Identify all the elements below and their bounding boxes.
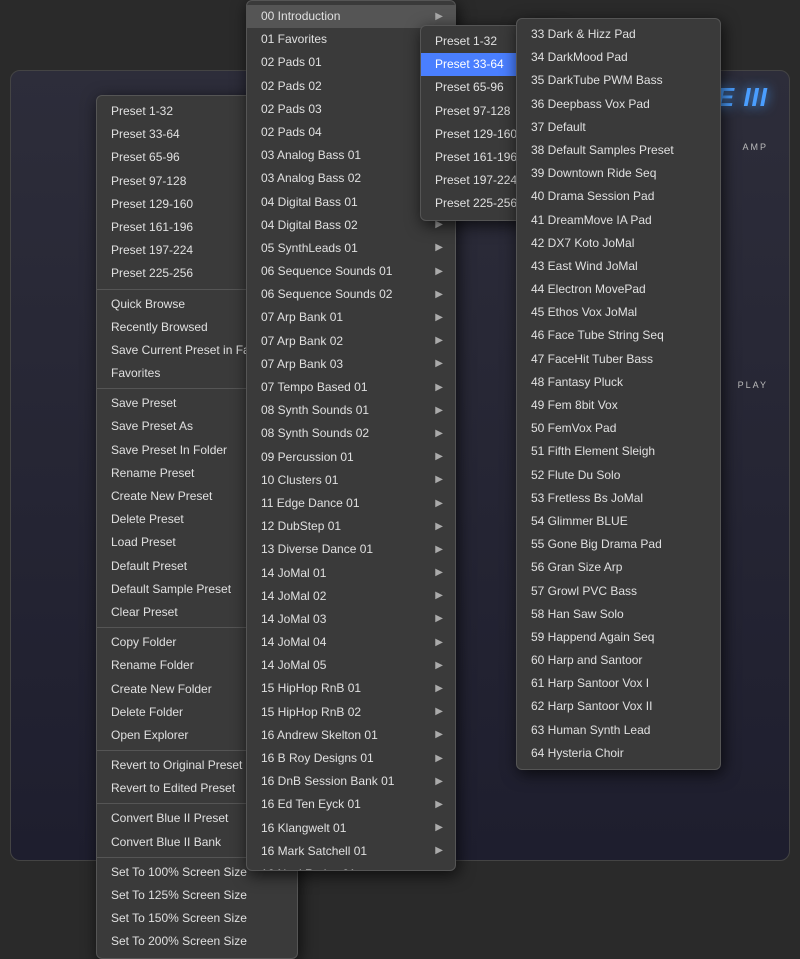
preset-53-fretless[interactable]: 53 Fretless Bs JoMal xyxy=(517,487,720,510)
folder-item-08-synth-01[interactable]: 08 Synth Sounds 01 xyxy=(247,399,455,422)
folder-item-16-andrew[interactable]: 16 Andrew Skelton 01 xyxy=(247,724,455,747)
preset-36-deepbass[interactable]: 36 Deepbass Vox Pad xyxy=(517,93,720,116)
preset-42-dx7[interactable]: 42 DX7 Koto JoMal xyxy=(517,232,720,255)
folder-item-10-clusters[interactable]: 10 Clusters 01 xyxy=(247,469,455,492)
folder-item-06-sequence-01[interactable]: 06 Sequence Sounds 01 xyxy=(247,260,455,283)
amp-section-label: AMP xyxy=(742,142,768,152)
preset-58-han-saw[interactable]: 58 Han Saw Solo xyxy=(517,603,720,626)
preset-name-list-menu: 33 Dark & Hizz Pad 34 DarkMood Pad 35 Da… xyxy=(516,18,721,770)
folder-item-09-percussion[interactable]: 09 Percussion 01 xyxy=(247,446,455,469)
folder-item-07-arp-03[interactable]: 07 Arp Bank 03 xyxy=(247,353,455,376)
preset-33-dark-hizz[interactable]: 33 Dark & Hizz Pad xyxy=(517,23,720,46)
preset-47-facehit[interactable]: 47 FaceHit Tuber Bass xyxy=(517,348,720,371)
preset-62-harp-santoor-vox2[interactable]: 62 Harp Santoor Vox II xyxy=(517,695,720,718)
folder-item-06-sequence-02[interactable]: 06 Sequence Sounds 02 xyxy=(247,283,455,306)
preset-64-hysteria[interactable]: 64 Hysteria Choir xyxy=(517,742,720,765)
preset-50-femvox[interactable]: 50 FemVox Pad xyxy=(517,417,720,440)
folder-item-13-diverse[interactable]: 13 Diverse Dance 01 xyxy=(247,538,455,561)
preset-39-downtown[interactable]: 39 Downtown Ride Seq xyxy=(517,162,720,185)
folder-item-05-synthleads-01[interactable]: 05 SynthLeads 01 xyxy=(247,237,455,260)
folder-item-16-klangwelt[interactable]: 16 Klangwelt 01 xyxy=(247,817,455,840)
folder-item-14-jomal-02[interactable]: 14 JoMal 02 xyxy=(247,585,455,608)
preset-43-east-wind[interactable]: 43 East Wind JoMal xyxy=(517,255,720,278)
preset-51-fifth[interactable]: 51 Fifth Element Sleigh xyxy=(517,440,720,463)
folder-item-14-jomal-05[interactable]: 14 JoMal 05 xyxy=(247,654,455,677)
folder-item-16-dnb[interactable]: 16 DnB Session Bank 01 xyxy=(247,770,455,793)
folder-item-15-hiphop-02[interactable]: 15 HipHop RnB 02 xyxy=(247,701,455,724)
preset-56-gran-size[interactable]: 56 Gran Size Arp xyxy=(517,556,720,579)
preset-49-fem-8bit[interactable]: 49 Fem 8bit Vox xyxy=(517,394,720,417)
preset-48-fantasy[interactable]: 48 Fantasy Pluck xyxy=(517,371,720,394)
folder-item-07-arp-02[interactable]: 07 Arp Bank 02 xyxy=(247,330,455,353)
folder-item-12-dubstep[interactable]: 12 DubStep 01 xyxy=(247,515,455,538)
menu-item-150-screen[interactable]: Set To 150% Screen Size xyxy=(97,907,297,930)
play-section-label: PLAY xyxy=(738,380,768,390)
menu-item-125-screen[interactable]: Set To 125% Screen Size xyxy=(97,884,297,907)
preset-59-happend[interactable]: 59 Happend Again Seq xyxy=(517,626,720,649)
preset-63-human-synth[interactable]: 63 Human Synth Lead xyxy=(517,719,720,742)
preset-40-drama[interactable]: 40 Drama Session Pad xyxy=(517,185,720,208)
folder-item-14-jomal-03[interactable]: 14 JoMal 03 xyxy=(247,608,455,631)
preset-44-electron[interactable]: 44 Electron MovePad xyxy=(517,278,720,301)
folder-item-08-synth-02[interactable]: 08 Synth Sounds 02 xyxy=(247,422,455,445)
preset-38-default-samples[interactable]: 38 Default Samples Preset xyxy=(517,139,720,162)
preset-41-dreammove[interactable]: 41 DreamMove IA Pad xyxy=(517,209,720,232)
folder-item-16-navi[interactable]: 16 Navi Retlav 01 xyxy=(247,863,455,871)
preset-45-ethos[interactable]: 45 Ethos Vox JoMal xyxy=(517,301,720,324)
folder-item-07-tempo-01[interactable]: 07 Tempo Based 01 xyxy=(247,376,455,399)
folder-item-07-arp-01[interactable]: 07 Arp Bank 01 xyxy=(247,306,455,329)
folder-item-16-broy[interactable]: 16 B Roy Designs 01 xyxy=(247,747,455,770)
folder-item-11-edge-dance[interactable]: 11 Edge Dance 01 xyxy=(247,492,455,515)
preset-37-default[interactable]: 37 Default xyxy=(517,116,720,139)
menu-item-200-screen[interactable]: Set To 200% Screen Size xyxy=(97,930,297,953)
preset-46-face-tube[interactable]: 46 Face Tube String Seq xyxy=(517,324,720,347)
folder-item-14-jomal-04[interactable]: 14 JoMal 04 xyxy=(247,631,455,654)
preset-35-darktube[interactable]: 35 DarkTube PWM Bass xyxy=(517,69,720,92)
preset-54-glimmer[interactable]: 54 Glimmer BLUE xyxy=(517,510,720,533)
preset-61-harp-santoor-vox1[interactable]: 61 Harp Santoor Vox I xyxy=(517,672,720,695)
preset-57-growl[interactable]: 57 Growl PVC Bass xyxy=(517,580,720,603)
folder-item-16-ed[interactable]: 16 Ed Ten Eyck 01 xyxy=(247,793,455,816)
folder-item-15-hiphop-01[interactable]: 15 HipHop RnB 01 xyxy=(247,677,455,700)
preset-60-harp-santoor[interactable]: 60 Harp and Santoor xyxy=(517,649,720,672)
preset-34-darkmood[interactable]: 34 DarkMood Pad xyxy=(517,46,720,69)
preset-52-flute[interactable]: 52 Flute Du Solo xyxy=(517,464,720,487)
preset-55-gone-big[interactable]: 55 Gone Big Drama Pad xyxy=(517,533,720,556)
folder-item-14-jomal-01[interactable]: 14 JoMal 01 xyxy=(247,562,455,585)
folder-item-16-mark[interactable]: 16 Mark Satchell 01 xyxy=(247,840,455,863)
